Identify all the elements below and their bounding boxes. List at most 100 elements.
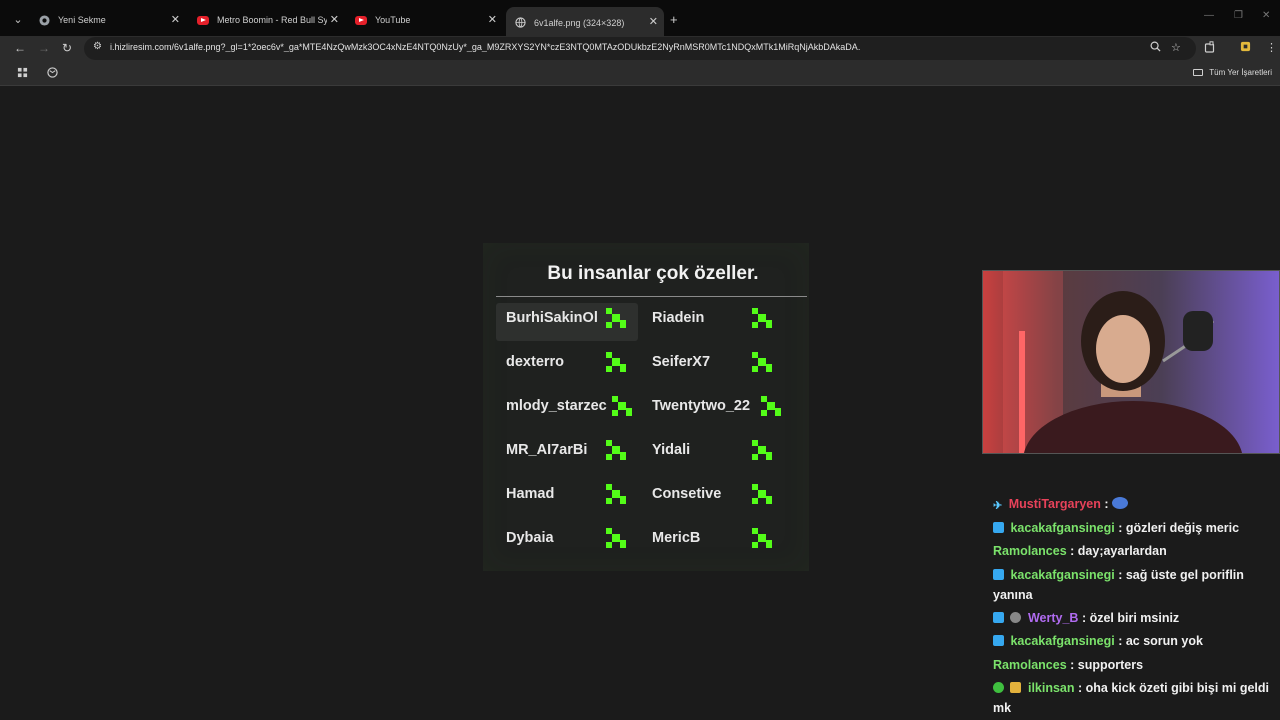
subscriber-badge-icon xyxy=(993,635,1004,646)
minimize-icon[interactable]: — xyxy=(1204,10,1214,21)
close-icon[interactable]: ✕ xyxy=(488,13,497,26)
tab-image-active[interactable]: 6v1alfe.png (324×328) ✕ xyxy=(506,7,664,38)
tab-title: Yeni Sekme xyxy=(58,15,106,25)
chat-message: ✈ MustiTargaryen : xyxy=(993,494,1278,514)
tab-youtube[interactable]: YouTube ✕ xyxy=(347,8,503,32)
chat-message: Werty_B : özel biri msiniz xyxy=(993,608,1278,628)
bookmarks-bar: Tüm Yer İşaretleri xyxy=(0,62,1280,86)
card-title: Bu insanlar çok özeller. xyxy=(547,263,759,284)
all-bookmarks-label: Tüm Yer İşaretleri xyxy=(1209,68,1272,77)
kick-sub-icon xyxy=(750,306,774,330)
tab-title: YouTube xyxy=(375,15,411,25)
subscriber-badge-icon xyxy=(993,612,1004,623)
chat-username[interactable]: Ramolances xyxy=(993,658,1067,672)
subscriber-name: Hamad xyxy=(506,486,555,502)
tab-metro-boomin[interactable]: Metro Boomin - Red Bull Symp ✕ xyxy=(189,8,345,32)
pin-badge-icon: ✈ xyxy=(993,500,1003,512)
chat-message: kacakafgansinegi : gözleri değiş meric xyxy=(993,518,1278,538)
chat-username[interactable]: ilkinsan xyxy=(1028,681,1075,695)
kick-sub-icon xyxy=(750,350,774,374)
kick-sub-icon xyxy=(750,482,774,506)
site-settings-icon[interactable]: ⚙ xyxy=(93,41,102,52)
chat-text: : xyxy=(1104,497,1109,511)
tab-search-chevron-icon[interactable]: ⌄ xyxy=(9,11,27,29)
all-bookmarks[interactable]: Tüm Yer İşaretleri xyxy=(1193,68,1272,77)
window-close-icon[interactable]: ✕ xyxy=(1262,10,1270,21)
chat-username[interactable]: Werty_B xyxy=(1028,611,1078,625)
chat-text: : ac sorun yok xyxy=(1118,634,1203,648)
extension-badge-icon[interactable] xyxy=(1240,41,1251,55)
kick-sub-icon xyxy=(610,394,634,418)
subscriber-name: BurhiSakinOl xyxy=(506,310,598,326)
tab-strip: ⌄ Yeni Sekme ✕ Metro Boomin - Red Bull S… xyxy=(0,0,1280,38)
subscriber-name: MericB xyxy=(652,530,701,546)
chat-text: : özel biri msiniz xyxy=(1081,611,1180,625)
back-icon[interactable]: ← xyxy=(14,41,26,55)
chat-username[interactable]: kacakafgansinegi xyxy=(1010,634,1114,648)
subscriber-name: MR_AI7arBi xyxy=(506,442,588,458)
emote-icon xyxy=(1112,497,1128,509)
gear-badge-icon xyxy=(1010,612,1022,623)
kick-sub-icon xyxy=(604,482,628,506)
extensions-icon[interactable] xyxy=(1204,41,1216,56)
chat-message: Ramolances : day;ayarlardan xyxy=(993,541,1278,561)
url-text: i.hizliresim.com/6v1alfe.png?_gl=1*2oec6… xyxy=(110,42,861,52)
chat-text: : gözleri değiş meric xyxy=(1118,521,1240,535)
subscriber-name: mlody_starzec xyxy=(506,398,607,414)
kick-sub-icon xyxy=(750,526,774,550)
verified-badge-icon xyxy=(993,682,1004,693)
chat-text: : day;ayarlardan xyxy=(1070,544,1167,558)
kick-sub-icon xyxy=(604,526,628,550)
chat-message: ilkinsan : oha kick özeti gibi bişi mi g… xyxy=(993,678,1278,718)
close-icon[interactable]: ✕ xyxy=(330,13,339,26)
address-bar[interactable]: ⚙ i.hizliresim.com/6v1alfe.png?_gl=1*2oe… xyxy=(84,37,1196,60)
chat-message: kacakafgansinegi : sağ üste gel poriflin… xyxy=(993,565,1278,605)
globe-icon xyxy=(514,17,526,29)
kick-sub-icon xyxy=(750,438,774,462)
subscriber-name: Dybaia xyxy=(506,530,554,546)
subscriber-name: Twentytwo_22 xyxy=(652,398,751,414)
youtube-icon xyxy=(355,14,367,26)
subscriber-name: dexterro xyxy=(506,354,565,370)
chat-text: : supporters xyxy=(1070,658,1144,672)
folder-icon xyxy=(1193,69,1204,76)
chat-message: kacakafgansinegi : ac sorun yok xyxy=(993,631,1278,651)
tab-yeni-sekme[interactable]: Yeni Sekme ✕ xyxy=(30,8,186,32)
star-bookmark-icon[interactable]: ☆ xyxy=(1171,41,1181,54)
kick-sub-icon xyxy=(759,394,783,418)
kick-sub-icon xyxy=(604,438,628,462)
browser-toolbar: ← → ↻ ⚙ i.hizliresim.com/6v1alfe.png?_gl… xyxy=(0,36,1280,62)
subscriber-badge-icon xyxy=(993,569,1004,580)
zoom-icon[interactable] xyxy=(1150,41,1161,55)
subscriber-name: SeiferX7 xyxy=(652,354,711,370)
new-tab-icon[interactable]: + xyxy=(670,12,678,27)
chat-username[interactable]: MustiTargaryen xyxy=(1009,497,1101,511)
apps-grid-icon[interactable] xyxy=(17,67,28,81)
crown-badge-icon xyxy=(1010,682,1022,693)
subscriber-name: Yidali xyxy=(652,442,691,458)
kick-sub-icon xyxy=(604,306,628,330)
chat-message: Ramolances : supporters xyxy=(993,655,1278,675)
image-card: Bu insanlar çok özeller. BurhiSakinOl dex… xyxy=(483,243,809,571)
tab-title: Metro Boomin - Red Bull Symp xyxy=(217,15,327,25)
tab-title: 6v1alfe.png (324×328) xyxy=(534,17,625,28)
webcam-overlay xyxy=(982,270,1280,454)
more-menu-icon[interactable]: ⋮ xyxy=(1266,41,1277,54)
kick-sub-icon xyxy=(604,350,628,374)
chrome-icon xyxy=(38,14,50,26)
subscriber-name: Riadein xyxy=(652,310,705,326)
subscriber-name: Consetive xyxy=(652,486,722,502)
globe-icon[interactable] xyxy=(47,67,58,81)
chat-username[interactable]: kacakafgansinegi xyxy=(1010,568,1114,582)
reload-icon[interactable]: ↻ xyxy=(62,41,72,55)
subscriber-badge-icon xyxy=(993,522,1004,533)
maximize-icon[interactable]: ❐ xyxy=(1234,10,1243,21)
youtube-icon xyxy=(197,14,209,26)
forward-icon[interactable]: → xyxy=(38,41,50,55)
close-icon[interactable]: ✕ xyxy=(649,15,658,28)
close-icon[interactable]: ✕ xyxy=(171,13,180,26)
divider xyxy=(496,296,807,297)
chat-username[interactable]: Ramolances xyxy=(993,544,1067,558)
page-content: Bu insanlar çok özeller. BurhiSakinOl dex… xyxy=(0,87,1280,720)
chat-username[interactable]: kacakafgansinegi xyxy=(1010,521,1114,535)
